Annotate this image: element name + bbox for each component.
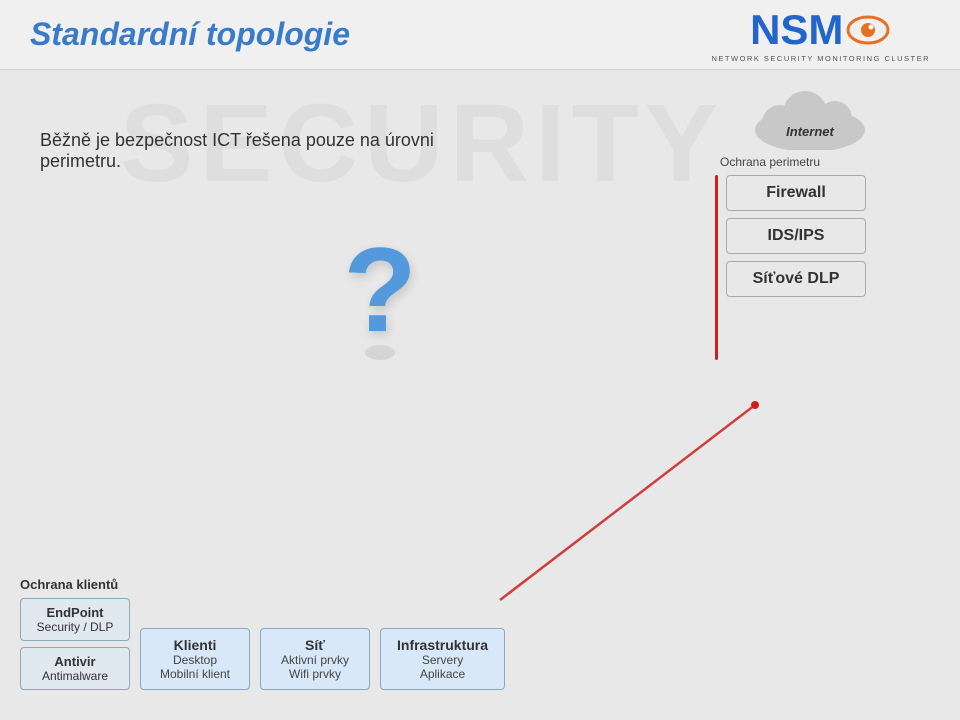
firewall-box: Firewall — [726, 175, 866, 211]
sit-box: Síť Aktivní prvky Wifi prvky — [260, 628, 370, 690]
ochrana-perimetru-label: Ochrana perimetru — [720, 155, 820, 169]
sitove-dlp-box: Síťové DLP — [726, 261, 866, 297]
sit-aktivni: Aktivní prvky — [277, 653, 353, 667]
header: Standardní topologie NSM NETWORK SECURIT… — [0, 0, 960, 70]
infra-box: Infrastruktura Servery Aplikace — [380, 628, 505, 690]
perimeter-boxes: Firewall IDS/IPS Síťové DLP — [726, 175, 866, 360]
cloud-svg: Internet — [740, 85, 880, 150]
klienti-mobilni: Mobilní klient — [157, 667, 233, 681]
page-title: Standardní topologie — [30, 16, 350, 53]
klienti-box: Klienti Desktop Mobilní klient — [140, 628, 250, 690]
nsm-logo-text: NSM — [750, 6, 843, 54]
antivir-sub: Antimalware — [33, 669, 117, 683]
infra-title: Infrastruktura — [397, 637, 488, 653]
perimeter-left: Ochrana perimetru Firewall IDS/IPS Síťov… — [715, 155, 866, 360]
endpoint-box: EndPoint Security / DLP — [20, 598, 130, 641]
svg-text:Internet: Internet — [786, 124, 834, 139]
bottom-section: Ochrana klientů EndPoint Security / DLP … — [20, 577, 940, 690]
internet-cloud-group: Internet — [685, 85, 935, 150]
nsm-logo: NSM NETWORK SECURITY MONITORING CLUSTER — [712, 6, 931, 63]
boxes-with-line: Firewall IDS/IPS Síťové DLP — [715, 175, 866, 360]
sit-wifi: Wifi prvky — [277, 667, 353, 681]
client-boxes: EndPoint Security / DLP Antivir Antimalw… — [20, 598, 130, 690]
ochrana-klientu-label: Ochrana klientů — [20, 577, 118, 592]
red-vertical-line — [715, 175, 718, 360]
figure-shadow — [365, 345, 395, 360]
main-content: Běžně je bezpečnost ICT řešena pouze na … — [0, 70, 960, 720]
klienti-desktop: Desktop — [157, 653, 233, 667]
infra-aplikace: Aplikace — [397, 667, 488, 681]
endpoint-title: EndPoint — [33, 605, 117, 620]
antivir-title: Antivir — [33, 654, 117, 669]
ids-ips-box: IDS/IPS — [726, 218, 866, 254]
nsm-logo-subtitle: NETWORK SECURITY MONITORING CLUSTER — [712, 54, 931, 63]
endpoint-sub: Security / DLP — [33, 620, 117, 634]
question-figure: ? — [280, 190, 480, 390]
internet-cloud: Internet — [740, 85, 880, 150]
antivir-box: Antivir Antimalware — [20, 647, 130, 690]
nsm-eye-icon — [845, 12, 891, 48]
question-mark: ? — [343, 230, 416, 350]
infra-servery: Servery — [397, 653, 488, 667]
intro-text: Běžně je bezpečnost ICT řešena pouze na … — [40, 130, 460, 172]
perimeter-diagram: Internet Ochrana perimetru Firewall IDS/… — [685, 85, 935, 360]
sit-title: Síť — [277, 637, 353, 653]
klienti-title: Klienti — [157, 637, 233, 653]
ochrana-klientu-group: Ochrana klientů EndPoint Security / DLP … — [20, 577, 130, 690]
perimeter-layout: Ochrana perimetru Firewall IDS/IPS Síťov… — [715, 155, 935, 360]
